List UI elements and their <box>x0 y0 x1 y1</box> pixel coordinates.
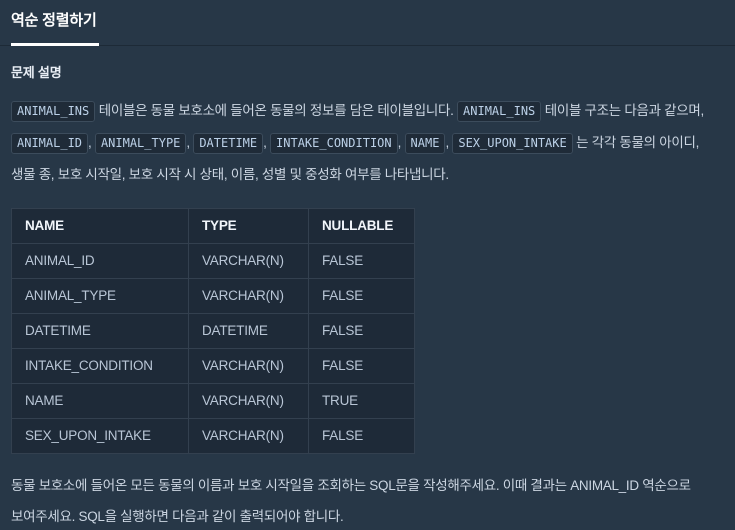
separator-3: , <box>263 135 267 150</box>
cell-type: DATETIME <box>188 313 309 349</box>
problem-content: 문제 설명 ANIMAL_INS 테이블은 동물 보호소에 들어온 동물의 정보… <box>0 62 735 530</box>
table-row: INTAKE_CONDITION VARCHAR(N) FALSE <box>11 348 415 384</box>
cell-name: SEX_UPON_INTAKE <box>11 418 189 454</box>
cell-name: NAME <box>11 383 189 419</box>
cell-type: VARCHAR(N) <box>188 348 309 384</box>
cell-type: VARCHAR(N) <box>188 243 309 279</box>
code-tag-animal-ins-2: ANIMAL_INS <box>457 101 542 122</box>
code-tag-datetime: DATETIME <box>193 133 264 154</box>
table-header-row: NAME TYPE NULLABLE <box>11 208 415 244</box>
cell-nullable: FALSE <box>308 418 415 454</box>
separator-4: , <box>397 135 402 150</box>
cell-name: ANIMAL_ID <box>11 243 189 279</box>
schema-table: NAME TYPE NULLABLE ANIMAL_ID VARCHAR(N) … <box>11 208 415 454</box>
cell-name: DATETIME <box>11 313 189 349</box>
cell-type: VARCHAR(N) <box>188 418 309 454</box>
cell-type: VARCHAR(N) <box>188 383 309 419</box>
description-text-2: 테이블 구조는 다음과 같으며, <box>544 103 705 118</box>
tab-problem-title[interactable]: 역순 정렬하기 <box>11 0 99 46</box>
separator-5: , <box>445 135 449 150</box>
tab-active-underline <box>11 43 99 46</box>
table-row: ANIMAL_ID VARCHAR(N) FALSE <box>11 243 415 279</box>
table-row: NAME VARCHAR(N) TRUE <box>11 383 415 419</box>
schema-table-head: NAME TYPE NULLABLE <box>11 208 415 244</box>
cell-type: VARCHAR(N) <box>188 278 309 314</box>
column-header-name: NAME <box>11 208 189 244</box>
separator-2: , <box>186 135 190 150</box>
cell-name: INTAKE_CONDITION <box>11 348 189 384</box>
section-heading: 문제 설명 <box>11 65 62 80</box>
cell-nullable: TRUE <box>308 383 415 419</box>
code-tag-animal-id: ANIMAL_ID <box>11 133 89 154</box>
table-row: SEX_UPON_INTAKE VARCHAR(N) FALSE <box>11 418 415 454</box>
code-tag-sex-upon-intake: SEX_UPON_INTAKE <box>452 133 573 154</box>
code-tag-animal-ins-1: ANIMAL_INS <box>11 101 96 122</box>
tab-bar: 역순 정렬하기 <box>0 0 735 46</box>
cell-nullable: FALSE <box>308 313 415 349</box>
code-tag-name: NAME <box>404 133 446 154</box>
cell-nullable: FALSE <box>308 243 415 279</box>
problem-description-paragraph: ANIMAL_INS 테이블은 동물 보호소에 들어온 동물의 정보를 담은 테… <box>11 95 724 190</box>
cell-nullable: FALSE <box>308 348 415 384</box>
table-row: ANIMAL_TYPE VARCHAR(N) FALSE <box>11 278 415 314</box>
cell-name: ANIMAL_TYPE <box>11 278 189 314</box>
cell-nullable: FALSE <box>308 278 415 314</box>
problem-instruction-paragraph: 동물 보호소에 들어온 모든 동물의 이름과 보호 시작일을 조회하는 SQL문… <box>11 478 691 524</box>
column-header-type: TYPE <box>188 208 309 244</box>
tab-label: 역순 정렬하기 <box>11 12 97 29</box>
description-text-1: 테이블은 동물 보호소에 들어온 동물의 정보를 담은 테이블입니다. <box>98 103 454 118</box>
column-header-nullable: NULLABLE <box>308 208 415 244</box>
schema-table-body: ANIMAL_ID VARCHAR(N) FALSE ANIMAL_TYPE V… <box>11 243 415 454</box>
separator-1: , <box>88 135 92 150</box>
code-tag-intake-condition: INTAKE_CONDITION <box>270 133 398 154</box>
code-tag-animal-type: ANIMAL_TYPE <box>94 133 187 154</box>
table-row: DATETIME DATETIME FALSE <box>11 313 415 349</box>
